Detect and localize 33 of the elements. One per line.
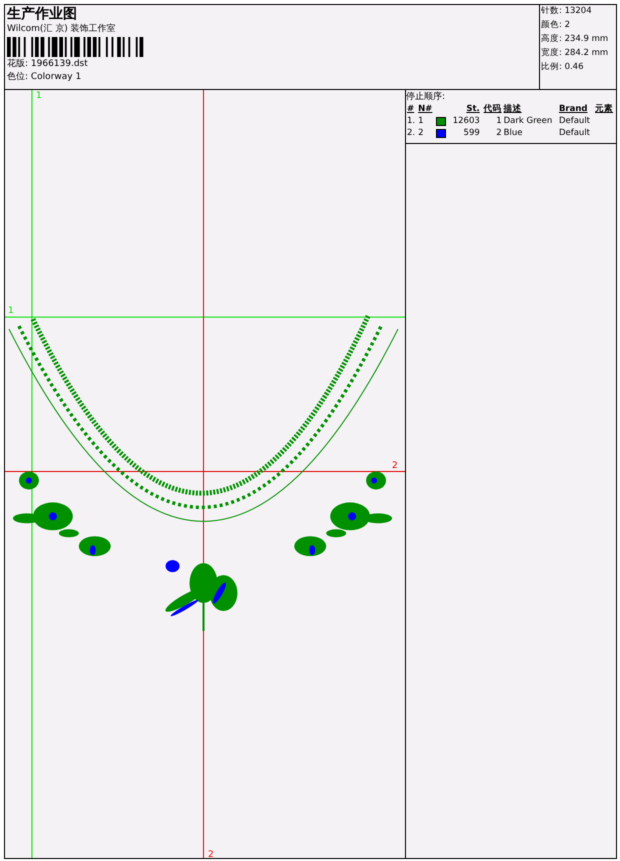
- table-cell: Default: [558, 116, 590, 126]
- guide-number: 2: [392, 461, 398, 471]
- table-cell: Blue: [504, 128, 522, 138]
- table-cell: 12603: [452, 115, 480, 127]
- design-stat: 针数: 13204: [541, 6, 593, 17]
- column-header: Brand: [558, 103, 588, 115]
- design-stat: 颜色: 2: [541, 20, 571, 31]
- table-cell: 1: [418, 116, 424, 126]
- guide-number: 1: [8, 306, 14, 316]
- guide-number: 1: [36, 91, 42, 101]
- table-cell: 1: [496, 116, 502, 126]
- design-info: 花版: 1966139.dst: [7, 59, 89, 70]
- table-cell: 599: [464, 127, 480, 139]
- guide-number: 2: [208, 850, 214, 858]
- column-header: 元素: [594, 103, 614, 115]
- table-cell: 2: [418, 128, 424, 138]
- sheet-title: 生产作业图: [7, 6, 78, 22]
- table-cell: 1.: [407, 116, 416, 126]
- design-info: 色位: Colorway 1: [7, 72, 82, 83]
- table-cell: Dark Green: [504, 116, 552, 126]
- table-cell: 2: [496, 128, 502, 138]
- column-header: N#: [417, 103, 434, 115]
- column-header: 代码: [482, 103, 503, 115]
- table-cell: Default: [558, 128, 590, 138]
- column-header: 描述: [502, 103, 523, 115]
- design-stat: 宽度: 284.2 mm: [541, 48, 610, 59]
- table-cell: 2.: [407, 128, 416, 138]
- company-name: Wilcom(汇 京) 装饰工作室: [7, 24, 117, 35]
- design-stat: 高度: 234.9 mm: [541, 34, 610, 45]
- design-stat: 比例: 0.46: [541, 62, 584, 73]
- stop-sequence-title: 停止顺序:: [406, 91, 446, 103]
- column-header: #: [406, 103, 416, 115]
- column-header: St.: [465, 103, 481, 115]
